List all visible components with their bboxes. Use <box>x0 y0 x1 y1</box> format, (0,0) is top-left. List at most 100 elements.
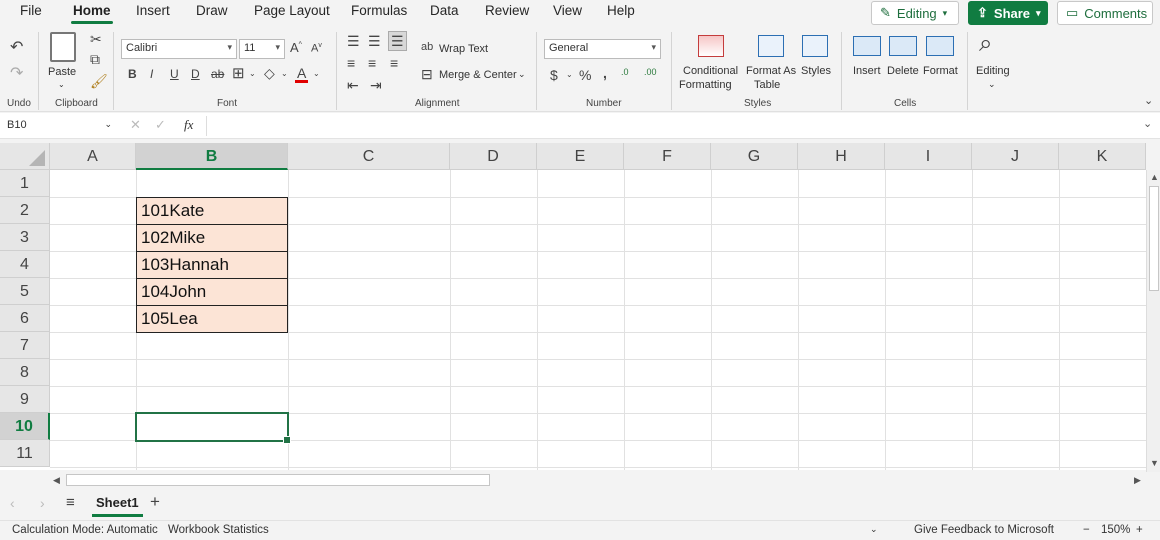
paste-label[interactable]: Paste <box>48 66 76 78</box>
row-header[interactable]: 3 <box>0 224 50 251</box>
align-right-icon[interactable]: ≡ <box>390 56 398 70</box>
paste-icon[interactable] <box>50 32 76 62</box>
insert-function-icon[interactable]: fx <box>184 117 193 133</box>
chevron-down-icon[interactable]: ⌄ <box>281 70 288 78</box>
copy-icon[interactable]: ⧉ <box>90 52 100 66</box>
tab-insert[interactable]: Insert <box>136 3 170 18</box>
row-header[interactable]: 1 <box>0 170 50 197</box>
increase-font-icon[interactable]: A^ <box>290 41 302 54</box>
align-center-icon[interactable]: ≡ <box>368 56 376 70</box>
cell-b2[interactable]: 101Kate <box>136 197 288 225</box>
cut-icon[interactable]: ✂ <box>90 32 102 46</box>
cell-b4[interactable]: 103Hannah <box>136 251 288 279</box>
chevron-down-icon[interactable]: ⌄ <box>870 524 878 535</box>
align-top-icon[interactable]: ☰ <box>347 34 360 48</box>
align-left-icon[interactable]: ≡ <box>347 56 355 70</box>
tab-draw[interactable]: Draw <box>196 3 228 18</box>
strikethrough-icon[interactable]: ab <box>211 68 224 80</box>
decrease-font-icon[interactable]: Av <box>311 42 322 55</box>
merge-center-button[interactable]: Merge & Center <box>439 69 517 81</box>
horizontal-scroll-thumb[interactable] <box>66 474 490 486</box>
tab-home[interactable]: Home <box>71 3 113 24</box>
delete-cells-icon[interactable] <box>889 36 917 56</box>
font-name-dropdown[interactable]: Calibri ▾ <box>121 39 237 59</box>
cell-b6[interactable]: 105Lea <box>136 305 288 333</box>
cell-styles-icon[interactable] <box>802 35 828 57</box>
zoom-level[interactable]: 150% <box>1101 524 1130 536</box>
conditional-formatting-label[interactable]: Conditional <box>683 65 738 77</box>
wrap-text-icon[interactable]: ab <box>421 42 433 53</box>
column-header[interactable]: I <box>885 143 972 170</box>
prev-sheet-icon[interactable]: ‹ <box>10 495 15 511</box>
insert-cells-label[interactable]: Insert <box>853 65 881 77</box>
chevron-down-icon[interactable]: ⌄ <box>313 70 320 78</box>
zoom-out-icon[interactable]: − <box>1083 524 1090 536</box>
font-size-dropdown[interactable]: 11 ▾ <box>239 39 285 59</box>
cancel-icon[interactable]: ✕ <box>130 117 141 133</box>
conditional-formatting-icon[interactable] <box>698 35 724 57</box>
select-all-button[interactable] <box>0 143 50 170</box>
row-header[interactable]: 5 <box>0 278 50 305</box>
row-header[interactable]: 7 <box>0 332 50 359</box>
tab-review[interactable]: Review <box>485 3 529 18</box>
zoom-in-icon[interactable]: + <box>1136 524 1143 536</box>
tab-file[interactable]: File <box>20 3 42 18</box>
collapse-ribbon-icon[interactable]: ⌄ <box>1144 96 1153 107</box>
insert-cells-icon[interactable] <box>853 36 881 56</box>
all-sheets-icon[interactable]: ≡ <box>66 494 75 511</box>
column-header[interactable]: E <box>537 143 624 170</box>
add-sheet-icon[interactable]: + <box>150 492 160 512</box>
row-header[interactable]: 9 <box>0 386 50 413</box>
enter-icon[interactable]: ✓ <box>155 117 166 133</box>
chevron-down-icon[interactable]: ⌄ <box>566 71 573 79</box>
name-box[interactable]: B10 ⌄ <box>2 116 118 136</box>
tab-formulas[interactable]: Formulas <box>351 3 407 18</box>
increase-decimal-icon[interactable]: .0 <box>621 68 629 77</box>
calculation-mode[interactable]: Calculation Mode: Automatic <box>12 524 158 536</box>
align-middle-icon[interactable]: ☰ <box>368 34 381 48</box>
share-button[interactable]: ⇪ Share ▾ <box>968 1 1048 25</box>
scroll-down-icon[interactable]: ▼ <box>1150 458 1159 468</box>
horizontal-scrollbar[interactable]: ◀ ▶ <box>50 472 1146 488</box>
editing-button-label[interactable]: Editing <box>976 65 1010 77</box>
comments-button[interactable]: ▭ Comments <box>1057 1 1153 25</box>
format-painter-icon[interactable]: 🖌 <box>90 74 108 88</box>
row-header[interactable]: 4 <box>0 251 50 278</box>
feedback-link[interactable]: Give Feedback to Microsoft <box>914 524 1054 536</box>
format-as-table-icon[interactable] <box>758 35 784 57</box>
tab-help[interactable]: Help <box>607 3 635 18</box>
format-as-table-label-2[interactable]: Table <box>754 79 780 91</box>
comma-style-icon[interactable]: , <box>603 66 607 80</box>
active-cell-b10[interactable] <box>135 412 291 444</box>
wrap-text-button[interactable]: Wrap Text <box>439 43 488 55</box>
double-underline-icon[interactable]: D <box>191 68 200 80</box>
chevron-down-icon[interactable]: ⌄ <box>988 79 996 90</box>
format-as-table-label[interactable]: Format As <box>746 65 796 77</box>
column-header[interactable]: A <box>50 143 136 170</box>
vertical-scroll-thumb[interactable] <box>1149 186 1159 291</box>
percent-icon[interactable]: % <box>579 68 591 82</box>
chevron-down-icon[interactable]: ⌄ <box>518 69 526 80</box>
sheet-tab-sheet1[interactable]: Sheet1 <box>90 495 145 517</box>
number-format-dropdown[interactable]: General ▾ <box>544 39 661 59</box>
merge-center-icon[interactable]: ⊟ <box>421 67 433 81</box>
bold-icon[interactable]: B <box>128 68 137 80</box>
currency-icon[interactable]: $ <box>550 68 558 82</box>
scroll-right-icon[interactable]: ▶ <box>1134 475 1141 486</box>
scroll-left-icon[interactable]: ◀ <box>53 475 60 486</box>
editing-mode-button[interactable]: ✎ Editing ▾ <box>871 1 959 25</box>
column-header[interactable]: C <box>288 143 450 170</box>
row-header[interactable]: 2 <box>0 197 50 224</box>
scroll-up-icon[interactable]: ▲ <box>1150 172 1159 182</box>
expand-formula-bar-icon[interactable]: ⌄ <box>1143 117 1152 130</box>
row-header[interactable]: 10 <box>0 413 50 440</box>
column-header[interactable]: B <box>136 143 288 170</box>
italic-icon[interactable]: I <box>150 68 153 80</box>
styles-button-label[interactable]: Styles <box>801 65 831 77</box>
column-header[interactable]: H <box>798 143 885 170</box>
cell-b5[interactable]: 104John <box>136 278 288 306</box>
row-header[interactable]: 8 <box>0 359 50 386</box>
chevron-down-icon[interactable]: ⌄ <box>249 70 256 78</box>
row-header[interactable]: 11 <box>0 440 50 467</box>
worksheet-grid[interactable]: A B C D E F G H I J K 1 2 3 4 5 6 7 8 9 … <box>0 143 1146 470</box>
